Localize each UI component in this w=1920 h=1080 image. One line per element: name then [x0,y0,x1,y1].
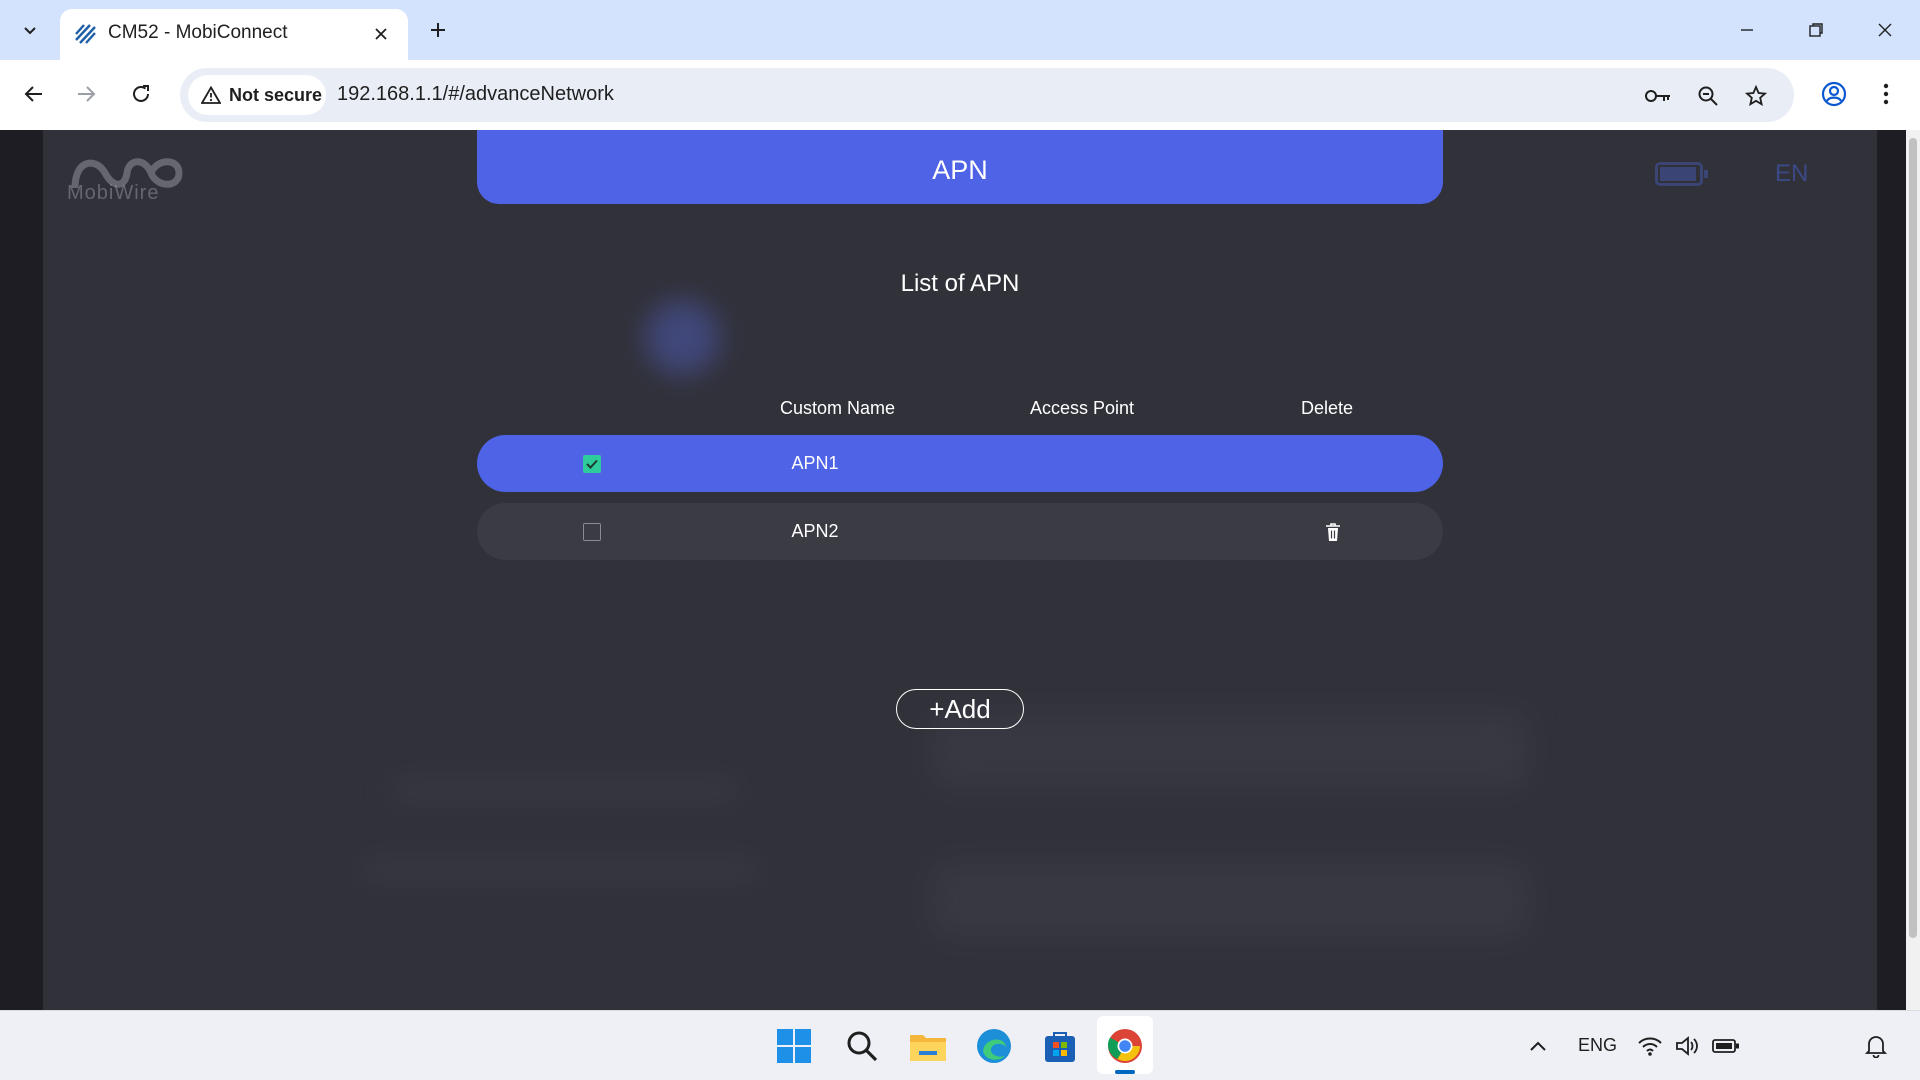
site-info-chip[interactable]: Not secure [188,75,326,115]
page-scrollbar[interactable] [1906,130,1920,1010]
apn-select-checkbox[interactable] [583,455,601,473]
windows-taskbar: ENG [0,1010,1920,1080]
speaker-icon [1676,1036,1698,1056]
restore-icon [1809,23,1823,37]
apn-custom-name: APN2 [791,521,839,541]
volume-button[interactable] [1668,1024,1708,1068]
file-explorer-button[interactable] [906,1024,950,1068]
trash-icon[interactable] [1323,521,1343,543]
apn-custom-name: APN1 [791,453,839,473]
address-bar[interactable]: Not secure 192.168.1.1/#/advanceNetwork [180,68,1794,122]
column-header-access-point: Access Point [1029,398,1135,418]
windows-logo-icon [777,1029,811,1063]
edge-icon [977,1029,1011,1063]
apn-row-1[interactable]: APN1 [477,435,1443,492]
bell-icon [1865,1036,1887,1058]
close-icon [375,28,387,40]
page-viewport: MobiWire EN APN List of APN Custom Name … [0,130,1920,1010]
bookmark-button[interactable] [1740,80,1772,112]
account-circle-icon [1821,81,1847,107]
chrome-icon [1107,1029,1142,1063]
chevron-down-icon [24,27,36,35]
password-key-button[interactable] [1642,80,1674,112]
battery-icon [1655,162,1708,186]
new-tab-button[interactable] [420,12,456,48]
chrome-button[interactable] [1103,1024,1147,1068]
blurred-background-element [930,860,1530,940]
apn-row-2[interactable]: APN2 [477,503,1443,560]
blurred-background-element [390,780,740,800]
language-selector[interactable]: EN [1775,160,1808,188]
key-icon [1645,90,1670,102]
close-tab-button[interactable] [368,21,394,47]
profile-button[interactable] [1814,74,1854,114]
zoom-button[interactable] [1692,80,1724,112]
arrow-left-icon [24,86,42,102]
apn-modal-title: APN [932,154,988,185]
blurred-background-element [645,300,720,375]
blurred-background-element [360,860,760,880]
search-icon [847,1031,878,1062]
browser-titlebar: CM52 - MobiConnect [0,0,1920,60]
tab-title: CM52 - MobiConnect [108,22,288,43]
reload-button[interactable] [121,74,161,114]
tab-search-button[interactable] [10,10,50,50]
chevron-up-icon [1530,1041,1546,1051]
back-button[interactable] [14,74,54,114]
security-label: Not secure [229,84,323,105]
more-vertical-icon [1883,83,1889,105]
minimize-button[interactable] [1720,8,1774,52]
show-hidden-icons-button[interactable] [1518,1024,1558,1068]
star-icon [1745,85,1767,107]
browser-menu-button[interactable] [1868,74,1904,114]
mobiconnect-favicon-icon [75,24,96,44]
edge-browser-button[interactable] [972,1024,1016,1068]
reload-icon [133,85,149,102]
store-icon [1045,1032,1075,1062]
checkmark-icon [586,459,598,469]
taskbar-running-indicator [1115,1070,1135,1074]
network-button[interactable] [1630,1024,1670,1068]
arrow-right-icon [78,86,96,102]
input-language-indicator[interactable]: ENG [1578,1035,1617,1056]
logo-text: MobiWire [67,182,160,204]
browser-tab-active[interactable]: CM52 - MobiConnect [60,9,408,60]
close-icon [1878,23,1892,37]
url-text[interactable]: 192.168.1.1/#/advanceNetwork [337,83,614,106]
minimize-icon [1741,29,1753,31]
microsoft-store-button[interactable] [1038,1024,1082,1068]
apn-select-checkbox[interactable] [583,523,601,541]
start-button[interactable] [772,1024,816,1068]
taskbar-search-button[interactable] [840,1024,884,1068]
apn-modal-header: APN [477,130,1443,204]
blurred-background-element [930,710,1530,790]
scrollbar-thumb[interactable] [1909,138,1917,938]
add-apn-button[interactable]: +Add [896,689,1024,729]
column-header-delete: Delete [1300,398,1354,418]
warning-icon [201,86,221,104]
add-apn-label: +Add [929,693,991,724]
folder-icon [910,1035,946,1061]
zoom-out-icon [1698,86,1718,106]
apn-list-title: List of APN [900,270,1020,297]
plus-icon [431,23,445,37]
close-window-button[interactable] [1858,8,1912,52]
battery-icon [1712,1039,1739,1053]
browser-toolbar: Not secure 192.168.1.1/#/advanceNetwork [0,60,1920,130]
forward-button[interactable] [66,74,106,114]
restore-button[interactable] [1789,8,1843,52]
battery-status-button[interactable] [1706,1024,1746,1068]
column-header-custom-name: Custom Name [779,398,896,418]
notifications-button[interactable] [1856,1024,1896,1068]
wifi-icon [1638,1037,1662,1056]
